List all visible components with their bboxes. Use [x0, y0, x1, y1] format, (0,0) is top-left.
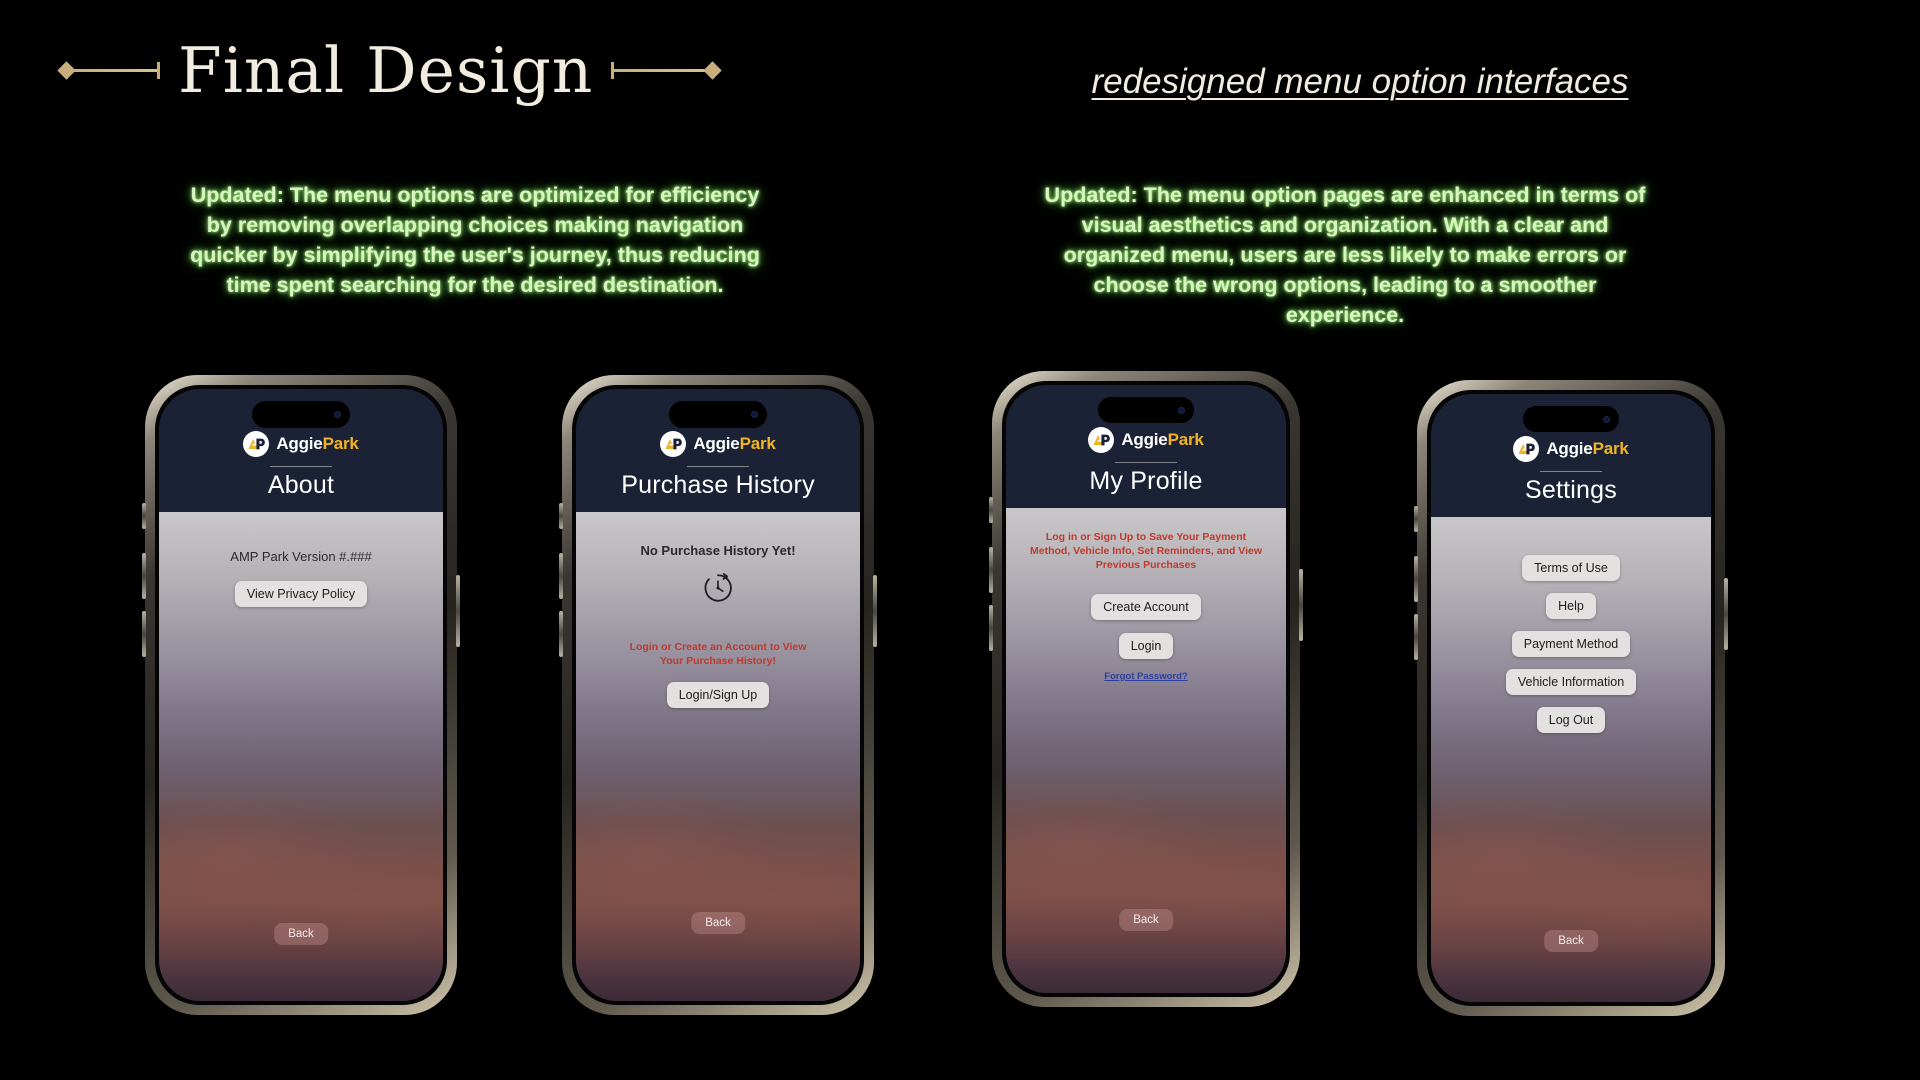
front-camera-icon	[1178, 406, 1185, 414]
app-version-label: AMP Park Version #.###	[230, 549, 372, 564]
login-signup-button[interactable]: Login/Sign Up	[666, 682, 770, 708]
terms-of-use-button[interactable]: Terms of Use	[1522, 555, 1620, 581]
volume-up-button[interactable]	[1414, 556, 1418, 602]
dynamic-island	[1523, 406, 1619, 432]
back-button-purchase-history[interactable]: Back	[691, 912, 745, 934]
ap-monogram-icon	[1513, 436, 1540, 462]
help-button[interactable]: Help	[1546, 593, 1596, 619]
volume-up-button[interactable]	[142, 553, 146, 599]
header-divider	[1540, 471, 1602, 472]
silent-switch[interactable]	[989, 497, 993, 523]
dynamic-island	[669, 401, 767, 428]
volume-up-button[interactable]	[559, 553, 563, 599]
power-button[interactable]	[873, 575, 877, 647]
phone-bezel: AggiePark About AMP Park Version #.### V…	[155, 385, 447, 1005]
brand-name: AggiePark	[276, 434, 359, 453]
signup-prompt-text: Log in or Sign Up to Save Your Payment M…	[1029, 531, 1263, 571]
silent-switch[interactable]	[142, 503, 146, 529]
login-warning-text: Login or Create an Account to View Your …	[629, 641, 807, 667]
phone-bezel: AggiePark Purchase History No Purchase H…	[572, 385, 864, 1005]
view-privacy-policy-button[interactable]: View Privacy Policy	[234, 581, 368, 607]
volume-down-button[interactable]	[142, 611, 146, 657]
screen-title-settings: Settings	[1525, 476, 1617, 504]
header-divider	[687, 466, 749, 467]
screen-body-about: AMP Park Version #.### View Privacy Poli…	[159, 512, 443, 1001]
payment-method-button[interactable]: Payment Method	[1511, 631, 1631, 657]
front-camera-icon	[751, 411, 758, 418]
brand-lockup: AggiePark	[1513, 436, 1629, 462]
phone-mockup-my-profile: AggiePark My Profile Log in or Sign Up t…	[989, 371, 1303, 1007]
phone-mockup-about: AggiePark About AMP Park Version #.### V…	[142, 375, 460, 1015]
forgot-password-link[interactable]: Forgot Password?	[1104, 671, 1187, 682]
dynamic-island	[252, 401, 350, 428]
phone-mockup-settings: AggiePark Settings Terms of Use Help Pay…	[1414, 380, 1728, 1016]
back-button-about[interactable]: Back	[274, 923, 328, 945]
header-divider	[270, 466, 332, 467]
ap-monogram-icon	[1088, 427, 1115, 453]
screen-body-settings: Terms of Use Help Payment Method Vehicle…	[1431, 517, 1711, 1002]
brand-name: AggiePark	[1121, 430, 1204, 449]
front-camera-icon	[1603, 415, 1610, 423]
back-button-settings[interactable]: Back	[1544, 930, 1598, 952]
brand-name: AggiePark	[1546, 439, 1629, 458]
screen-purchase-history: AggiePark Purchase History No Purchase H…	[576, 389, 860, 1001]
login-button[interactable]: Login	[1118, 633, 1174, 659]
phone-bezel: AggiePark Settings Terms of Use Help Pay…	[1427, 390, 1715, 1006]
vehicle-information-button[interactable]: Vehicle Information	[1505, 669, 1637, 695]
volume-down-button[interactable]	[559, 611, 563, 657]
ap-monogram-icon	[243, 431, 270, 457]
clock-history-icon	[701, 571, 735, 610]
screen-my-profile: AggiePark My Profile Log in or Sign Up t…	[1006, 385, 1286, 993]
volume-down-button[interactable]	[1414, 614, 1418, 660]
screen-title-about: About	[267, 471, 335, 499]
power-button[interactable]	[1299, 569, 1303, 641]
phone-mockup-purchase-history: AggiePark Purchase History No Purchase H…	[559, 375, 877, 1015]
brand-name: AggiePark	[693, 434, 776, 453]
power-button[interactable]	[1724, 578, 1728, 650]
volume-down-button[interactable]	[989, 605, 993, 651]
screen-about: AggiePark About AMP Park Version #.### V…	[159, 389, 443, 1001]
screen-settings: AggiePark Settings Terms of Use Help Pay…	[1431, 394, 1711, 1002]
dynamic-island	[1098, 397, 1194, 423]
empty-state-label: No Purchase History Yet!	[640, 543, 796, 558]
volume-up-button[interactable]	[989, 547, 993, 593]
brand-lockup: AggiePark	[243, 431, 359, 457]
screen-body-purchase-history: No Purchase History Yet! Login or Create…	[576, 512, 860, 1001]
front-camera-icon	[334, 411, 341, 418]
header-divider	[1115, 462, 1177, 463]
ap-monogram-icon	[660, 431, 687, 457]
phone-bezel: AggiePark My Profile Log in or Sign Up t…	[1002, 381, 1290, 997]
screen-title-purchase-history: Purchase History	[621, 471, 815, 499]
screen-body-my-profile: Log in or Sign Up to Save Your Payment M…	[1006, 508, 1286, 993]
brand-lockup: AggiePark	[660, 431, 776, 457]
create-account-button[interactable]: Create Account	[1091, 594, 1201, 620]
screen-title-my-profile: My Profile	[1089, 467, 1203, 495]
log-out-button[interactable]: Log Out	[1536, 707, 1606, 733]
phone-mockups: AggiePark About AMP Park Version #.### V…	[0, 0, 1920, 1080]
power-button[interactable]	[456, 575, 460, 647]
brand-lockup: AggiePark	[1088, 427, 1204, 453]
back-button-my-profile[interactable]: Back	[1119, 909, 1173, 931]
silent-switch[interactable]	[559, 503, 563, 529]
silent-switch[interactable]	[1414, 506, 1418, 532]
